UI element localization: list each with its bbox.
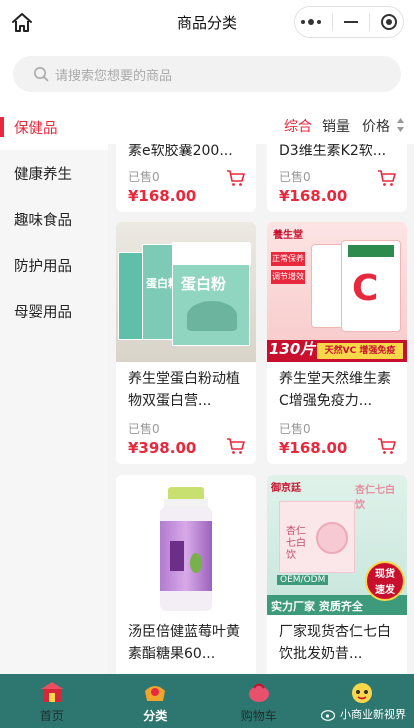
cart-icon[interactable] [377,436,397,456]
search-icon [34,67,49,82]
category-tab-icon [145,686,166,701]
tab-home[interactable]: 首页 [0,674,104,728]
product-sold: 已售0 [128,422,160,436]
sort-comprehensive[interactable]: 综合 [284,116,312,136]
sidebar-item-health-products[interactable]: 保健品 [0,104,108,150]
product-price: ¥168.00 [279,187,348,205]
product-card[interactable]: 養生堂 正常保养 调节增效 C 130片 天然VC 增强免疫 养生堂天然维生素C… [267,222,407,464]
product-grid: 素e软胶囊200... 已售0 ¥168.00 D3维生素K2软... 已售0 … [108,144,414,674]
cart-icon[interactable] [226,436,246,456]
product-card[interactable]: D3维生素K2软... 已售0 ¥168.00 [267,144,407,212]
product-name: D3维生素K2软... [279,144,387,159]
category-sidebar: 保健品 健康养生 趣味食品 防护用品 母婴用品 [0,104,108,674]
tab-category[interactable]: 分类 [104,674,208,728]
sidebar-item-protection[interactable]: 防护用品 [0,242,108,288]
cart-icon[interactable] [377,168,397,188]
product-image: 蛋白粉 蛋白粉 [116,222,256,362]
more-icon[interactable] [300,19,321,25]
product-image: 養生堂 正常保养 调节增效 C 130片 天然VC 增强免疫 [267,222,407,362]
sort-arrows-icon[interactable] [396,117,405,133]
mascot-tab-icon [352,683,373,703]
tab-cart[interactable]: 购物车 [207,674,311,728]
miniprogram-capsule [294,6,404,38]
product-name: 养生堂蛋白粉动植物双蛋白营... [128,371,240,409]
search-input[interactable]: 请搜索您想要的商品 [13,56,401,92]
watermark: 小商业新视界 [321,706,406,722]
weibo-icon [321,710,336,721]
sidebar-item-mother-baby[interactable]: 母婴用品 [0,288,108,334]
product-card[interactable]: 御京廷 杏仁七白饮 杏仁七白饮 OEM/ODM 实力厂家 资质齐全 现货 速发 … [267,475,407,674]
nav-header: 商品分类 [0,0,414,46]
sidebar-item-wellness[interactable]: 健康养生 [0,150,108,196]
product-name: 汤臣倍健蓝莓叶黄素酯糖果60... [128,624,240,662]
sort-price[interactable]: 价格 [362,116,390,136]
home-tab-icon [40,682,63,702]
product-image [116,475,256,615]
cart-icon[interactable] [226,168,246,188]
sort-sales[interactable]: 销量 [322,116,350,136]
cart-tab-icon [248,683,269,702]
product-sold: 已售0 [279,422,311,436]
product-price: ¥168.00 [128,187,197,205]
sort-bar: 综合 销量 价格 [108,104,414,144]
close-icon[interactable] [381,14,398,30]
product-card[interactable]: 素e软胶囊200... 已售0 ¥168.00 [116,144,256,212]
product-name: 养生堂天然维生素C增强免疫力... [279,371,391,409]
product-card[interactable]: 汤臣倍健蓝莓叶黄素酯糖果60... [116,475,256,674]
product-image: 御京廷 杏仁七白饮 杏仁七白饮 OEM/ODM 实力厂家 资质齐全 现货 速发 [267,475,407,615]
product-name: 厂家现货杏仁七白饮批发奶昔... [279,624,391,662]
product-name: 素e软胶囊200... [128,144,233,159]
search-placeholder: 请搜索您想要的商品 [55,68,173,84]
product-card[interactable]: 蛋白粉 蛋白粉 养生堂蛋白粉动植物双蛋白营... 已售0 ¥398.00 [116,222,256,464]
sidebar-item-fun-food[interactable]: 趣味食品 [0,196,108,242]
minimize-icon[interactable] [343,21,358,23]
